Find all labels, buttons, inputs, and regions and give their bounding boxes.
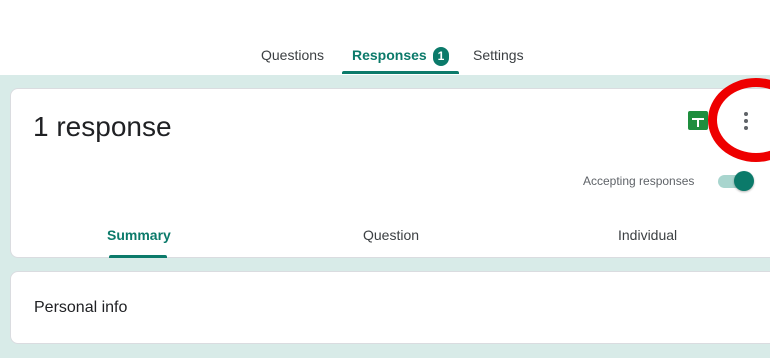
tab-questions[interactable]: Questions [261, 47, 324, 75]
active-subtab-indicator [109, 255, 167, 258]
subtab-summary[interactable]: Summary [107, 227, 171, 243]
accepting-responses-toggle[interactable] [716, 170, 756, 192]
tab-settings[interactable]: Settings [473, 47, 524, 75]
subtab-individual[interactable]: Individual [618, 227, 677, 243]
active-tab-indicator [342, 71, 459, 74]
more-options-button[interactable] [729, 104, 763, 138]
responses-count-badge: 1 [433, 47, 449, 66]
subtab-question[interactable]: Question [363, 227, 419, 243]
sheets-icon[interactable] [688, 111, 708, 130]
more-vert-icon [744, 112, 748, 116]
response-count-title: 1 response [33, 111, 172, 142]
toggle-knob [734, 171, 754, 191]
personal-info-title: Personal info [34, 299, 128, 316]
form-nav-tabs: Questions Responses 1 Settings [0, 0, 770, 75]
accepting-responses-label: Accepting responses [583, 174, 695, 188]
